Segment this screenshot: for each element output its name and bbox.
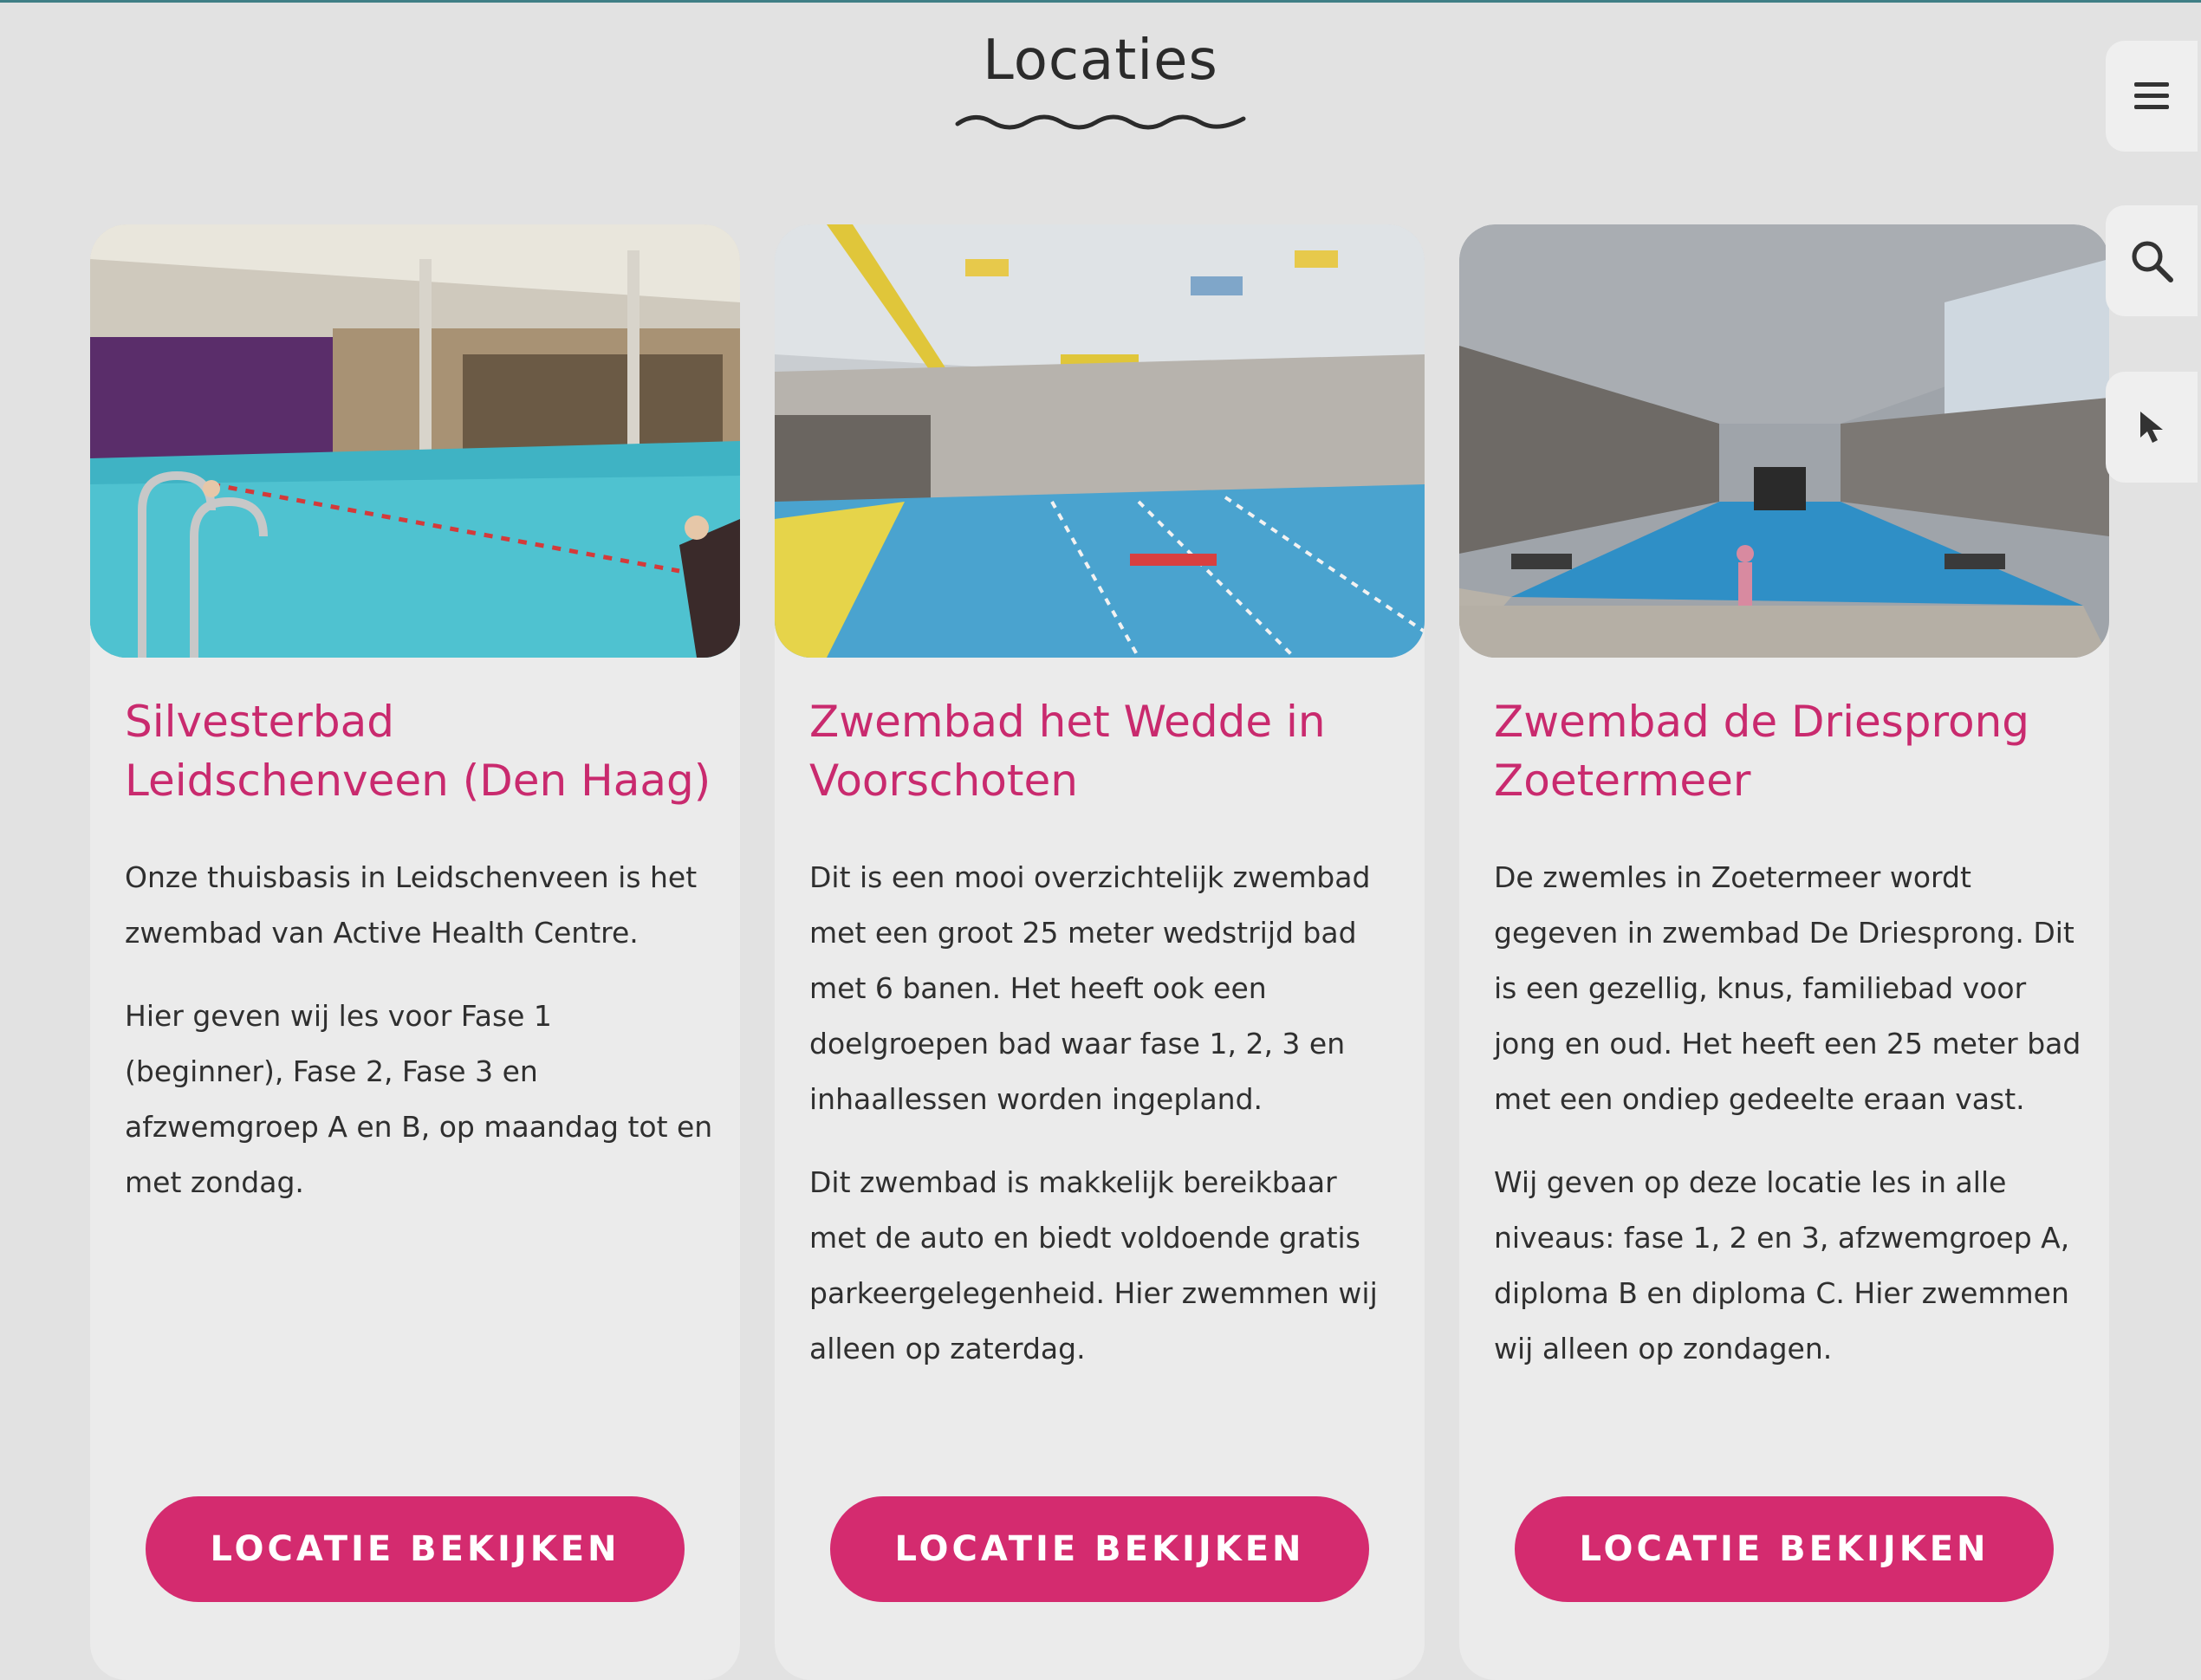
location-card-silvesterbad: Silvesterbad Leidschenveen (Den Haag) On… (90, 224, 740, 1680)
view-location-button[interactable]: LOCATIE BEKIJKEN (1515, 1496, 2054, 1602)
location-card-driesprong: Zwembad de Driesprong Zoetermeer De zwem… (1459, 224, 2109, 1680)
description-paragraph: Dit zwembad is makkelijk bereikbaar met … (809, 1165, 1378, 1365)
search-icon (2132, 241, 2173, 282)
description-paragraph: De zwemles in Zoetermeer wordt gegeven i… (1494, 860, 2081, 1116)
hamburger-menu-icon (2134, 82, 2169, 109)
description-paragraph: Wij geven op deze locatie les in alle ni… (1494, 1165, 2070, 1365)
description-paragraph: Hier geven wij les voor Fase 1 (beginner… (125, 999, 713, 1199)
search-button[interactable] (2106, 205, 2198, 316)
section-title: Locaties (983, 29, 1218, 93)
cursor-icon (2140, 412, 2163, 443)
description-paragraph: Dit is een mooi overzichtelijk zwembad m… (809, 860, 1371, 1116)
view-location-button[interactable]: LOCATIE BEKIJKEN (146, 1496, 685, 1602)
location-card-wedde: Zwembad het Wedde in Voorschoten Dit is … (775, 224, 1425, 1680)
view-location-button[interactable]: LOCATIE BEKIJKEN (830, 1496, 1369, 1602)
squiggle-divider (955, 114, 1246, 130)
location-title: Zwembad het Wedde in Voorschoten (809, 697, 1326, 806)
location-title: Silvesterbad Leidschenveen (Den Haag) (125, 697, 711, 806)
location-description: Dit is een mooi overzichtelijk zwembad m… (809, 850, 1399, 1404)
location-description: Onze thuisbasis in Leidschenveen is het … (125, 850, 714, 1238)
pool-photo-wedde (775, 224, 1425, 658)
location-description: De zwemles in Zoetermeer wordt gegeven i… (1494, 850, 2083, 1404)
description-paragraph: Onze thuisbasis in Leidschenveen is het … (125, 860, 698, 950)
pool-photo-driesprong (1459, 224, 2109, 658)
menu-button[interactable] (2106, 41, 2198, 152)
cursor-button[interactable] (2106, 372, 2198, 483)
pool-photo-silvesterbad (90, 224, 740, 658)
location-title: Zwembad de Driesprong Zoetermeer (1494, 697, 2029, 806)
